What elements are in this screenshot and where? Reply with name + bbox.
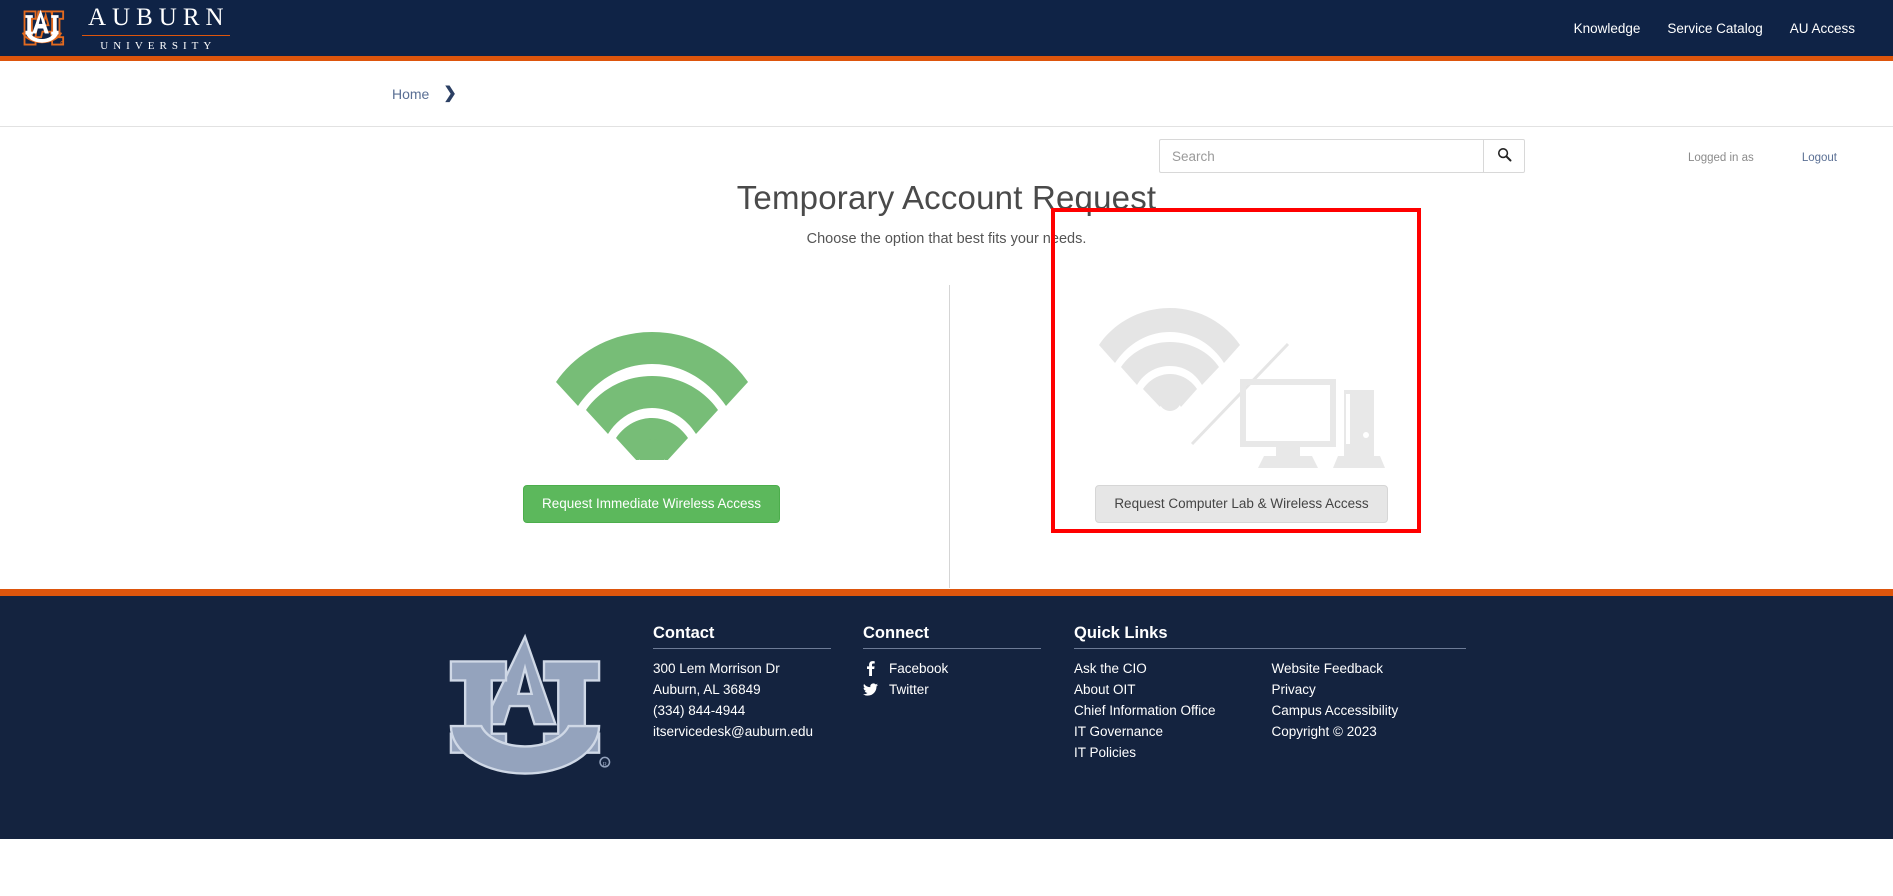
quick-link-website-feedback[interactable]: Website Feedback — [1272, 658, 1470, 679]
site-header: AUBURN UNIVERSITY Knowledge Service Cata… — [0, 0, 1893, 56]
quick-link-it-policies[interactable]: IT Policies — [1074, 742, 1272, 763]
quick-link-chief-information-office[interactable]: Chief Information Office — [1074, 700, 1272, 721]
option-wireless: Request Immediate Wireless Access — [467, 285, 837, 523]
search-button[interactable] — [1483, 139, 1525, 173]
search-icon — [1497, 147, 1512, 165]
copyright-text: Copyright © 2023 — [1271, 724, 1377, 739]
breadcrumb-item-home[interactable]: Home — [392, 86, 429, 102]
twitter-label: Twitter — [889, 682, 929, 697]
footer-quick-links-heading: Quick Links — [1074, 624, 1168, 642]
twitter-icon — [863, 683, 878, 696]
contact-address-line-1: 300 Lem Morrison Dr — [653, 661, 780, 676]
auburn-au-logo-icon — [14, 5, 70, 51]
quick-link-campus-accessibility[interactable]: Campus Accessibility — [1272, 700, 1470, 721]
site-footer: R Contact 300 Lem Morrison Dr Auburn, AL… — [0, 596, 1893, 839]
logged-in-as-label: Logged in as — [1687, 151, 1754, 164]
option-computer-lab: Request Computer Lab & Wireless Access — [1051, 208, 1427, 533]
footer-accent-rule — [0, 589, 1893, 596]
request-computer-lab-access-button[interactable]: Request Computer Lab & Wireless Access — [1095, 485, 1388, 523]
quick-link-it-governance[interactable]: IT Governance — [1074, 721, 1272, 742]
request-wireless-access-button[interactable]: Request Immediate Wireless Access — [522, 485, 781, 523]
footer-connect-column: Connect Facebook Twitter — [863, 624, 1074, 839]
contact-address-line-2: Auburn, AL 36849 — [653, 682, 761, 697]
primary-nav: Knowledge Service Catalog AU Access — [1574, 21, 1893, 36]
chevron-right-icon: ❯ — [443, 84, 457, 102]
search-input[interactable] — [1159, 139, 1483, 173]
nav-item-service-catalog[interactable]: Service Catalog — [1667, 21, 1762, 36]
search-bar — [1159, 139, 1525, 173]
quick-links-col-2: Website Feedback Privacy Campus Accessib… — [1272, 658, 1470, 763]
main-content: Temporary Account Request Choose the opt… — [0, 179, 1893, 589]
footer-connect-heading: Connect — [863, 624, 929, 642]
brand-subtitle: UNIVERSITY — [100, 39, 217, 52]
quick-links-col-1: Ask the CIO About OIT Chief Information … — [1074, 658, 1272, 763]
nav-item-au-access[interactable]: AU Access — [1790, 21, 1855, 36]
footer-columns: Contact 300 Lem Morrison Dr Auburn, AL 3… — [653, 624, 1469, 839]
quick-link-ask-the-cio[interactable]: Ask the CIO — [1074, 658, 1272, 679]
brand-divider — [82, 34, 230, 36]
footer-auburn-au-logo-icon: R — [430, 624, 620, 839]
logout-link[interactable]: Logout — [1802, 152, 1837, 164]
nav-item-knowledge[interactable]: Knowledge — [1574, 21, 1641, 36]
footer-quick-links-divider — [1074, 648, 1466, 649]
facebook-label: Facebook — [889, 661, 949, 676]
brand-block[interactable]: AUBURN UNIVERSITY — [10, 5, 230, 52]
quick-link-privacy[interactable]: Privacy — [1272, 679, 1470, 700]
svg-text:R: R — [603, 761, 608, 768]
contact-phone: (334) 844-4944 — [653, 703, 746, 718]
facebook-link[interactable]: Facebook — [863, 658, 1074, 679]
footer-contact-column: Contact 300 Lem Morrison Dr Auburn, AL 3… — [653, 624, 863, 839]
quick-link-about-oit[interactable]: About OIT — [1074, 679, 1272, 700]
footer-quick-links-column: Quick Links Ask the CIO About OIT Chief … — [1074, 624, 1469, 839]
options-divider — [949, 285, 950, 588]
wifi-disabled-computer-icon — [1092, 285, 1392, 485]
contact-email[interactable]: itservicedesk@auburn.edu — [653, 721, 863, 742]
page-title: Temporary Account Request — [736, 179, 1157, 216]
wifi-icon — [555, 285, 748, 485]
facebook-icon — [863, 661, 878, 676]
footer-contact-heading: Contact — [653, 624, 715, 642]
footer-contact-divider — [653, 648, 831, 649]
page-subtitle: Choose the option that best fits your ne… — [806, 231, 1087, 247]
session-row: Logged in as Logout — [0, 127, 1893, 167]
footer-connect-divider — [863, 648, 1041, 649]
breadcrumb-bar: Home ❯ — [0, 61, 1893, 173]
breadcrumb: Home ❯ — [392, 84, 457, 102]
twitter-link[interactable]: Twitter — [863, 679, 1074, 700]
options-row: Request Immediate Wireless Access Reques… — [0, 208, 1893, 588]
brand-name: AUBURN — [88, 3, 230, 31]
